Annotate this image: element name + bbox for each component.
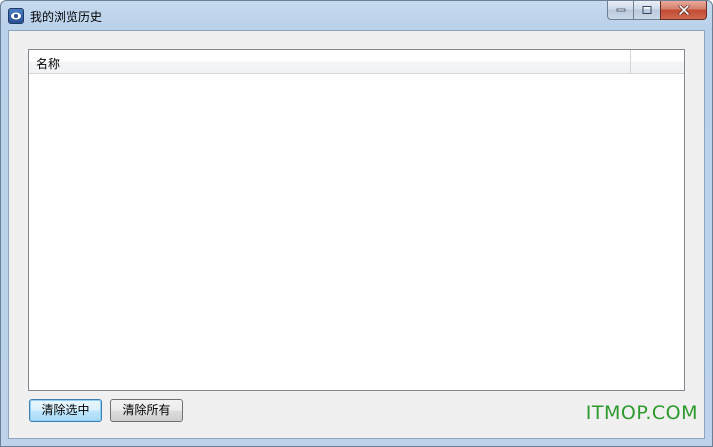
- window-title: 我的浏览历史: [30, 10, 103, 24]
- clear-selected-button[interactable]: 清除选中: [29, 399, 102, 422]
- column-header-name-label: 名称: [36, 57, 61, 71]
- itmop-watermark: ITMOP.COM: [585, 402, 698, 424]
- maximize-icon: [642, 6, 652, 14]
- list-body[interactable]: [29, 74, 684, 390]
- column-header-name[interactable]: 名称: [29, 50, 631, 73]
- list-header: 名称: [29, 50, 684, 74]
- close-button[interactable]: [660, 1, 707, 20]
- clear-all-button[interactable]: 清除所有: [110, 399, 183, 422]
- title-bar[interactable]: 我的浏览历史: [1, 1, 712, 29]
- column-header-filler[interactable]: [631, 50, 684, 73]
- caption-buttons: [607, 1, 707, 20]
- minimize-icon: [616, 8, 625, 12]
- close-icon: [678, 5, 689, 15]
- browser-app-icon[interactable]: [8, 8, 24, 24]
- client-area: 名称 清除选中 清除所有 ITMOP.COM: [8, 30, 705, 439]
- history-list[interactable]: 名称: [28, 49, 685, 391]
- maximize-button[interactable]: [633, 1, 660, 20]
- minimize-button[interactable]: [607, 1, 633, 20]
- browsing-history-window: 我的浏览历史 名称 清除选中 清除所有 ITMOP.COM: [0, 0, 713, 447]
